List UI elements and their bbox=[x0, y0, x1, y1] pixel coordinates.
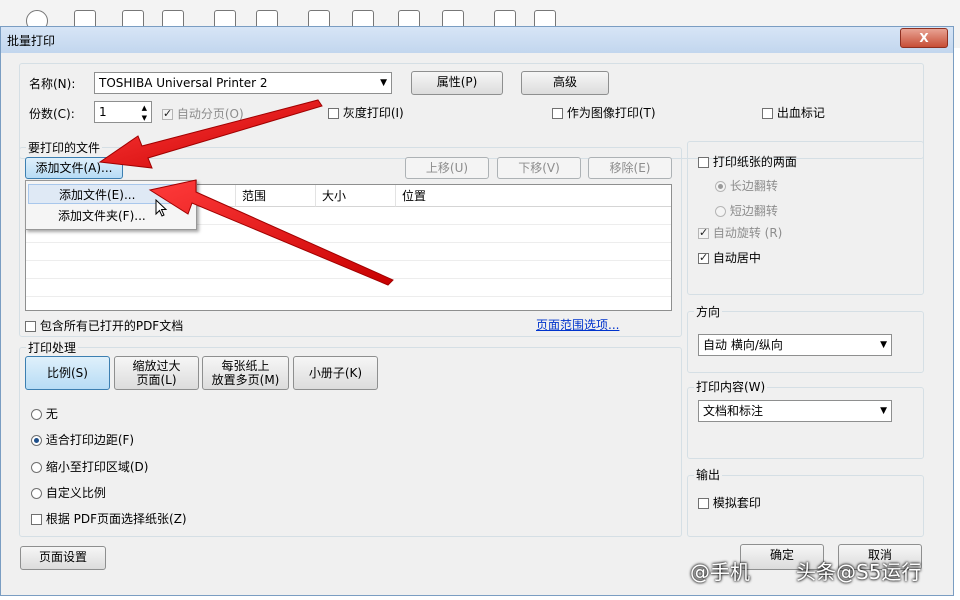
watermark-text: 头条@S5运行 bbox=[796, 560, 922, 584]
red-arrow-icon bbox=[148, 179, 394, 286]
watermark-prefix: @手机 bbox=[690, 560, 750, 584]
red-arrow-icon bbox=[98, 99, 323, 169]
annotation-arrows bbox=[98, 99, 394, 286]
